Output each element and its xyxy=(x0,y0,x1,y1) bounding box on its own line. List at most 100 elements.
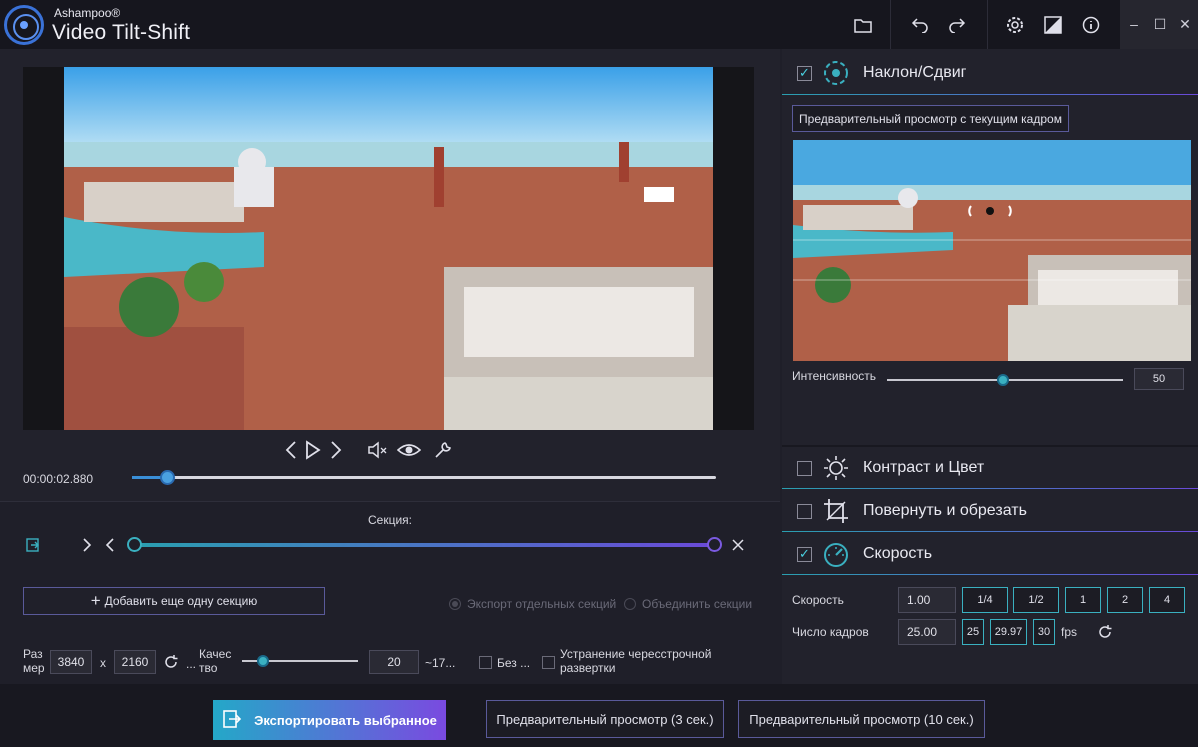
video-frame xyxy=(23,67,754,430)
reset-fps-icon[interactable] xyxy=(1092,619,1118,645)
brand-name: Ashampoo® xyxy=(54,6,121,20)
preview-current-frame-button[interactable]: Предварительный просмотр с текущим кадро… xyxy=(792,105,1069,132)
no-option-checkbox[interactable] xyxy=(479,656,492,669)
export-selected-button[interactable]: Экспортировать выбранное xyxy=(213,700,446,740)
deinterlace-checkbox[interactable] xyxy=(542,656,555,669)
close-icon[interactable]: ✕ xyxy=(1175,14,1195,34)
speed-checkbox[interactable]: ✓ xyxy=(797,546,812,562)
section-panel: Секция: + Добавить еще одну секцию Экспо… xyxy=(0,501,780,684)
contrast-checkbox[interactable] xyxy=(797,460,812,476)
tilt-divider xyxy=(782,94,1198,95)
maximize-icon[interactable]: ☐ xyxy=(1150,14,1170,34)
add-section-label: Добавить еще одну секцию xyxy=(104,594,258,608)
speed-divider xyxy=(782,574,1198,575)
compare-icon[interactable] xyxy=(1040,12,1066,38)
intensity-value-field[interactable]: 50 xyxy=(1134,368,1184,390)
section-label: Секция: xyxy=(368,513,412,527)
tilt-shift-checkbox[interactable]: ✓ xyxy=(797,65,812,81)
eye-icon[interactable] xyxy=(396,437,422,463)
window-controls: – ☐ ✕ xyxy=(1120,0,1198,49)
export-separate-label: Экспорт отдельных секций xyxy=(467,597,617,611)
times-label: x xyxy=(100,656,106,670)
speed-half-button[interactable]: 1/2 xyxy=(1013,587,1059,613)
add-section-button[interactable]: + Добавить еще одну секцию xyxy=(23,587,325,615)
section-remove-icon[interactable] xyxy=(725,532,751,558)
section-export-icon[interactable] xyxy=(20,532,46,558)
export-icon xyxy=(222,709,242,732)
width-field[interactable]: 3840 xyxy=(50,650,92,674)
section-prev-icon[interactable] xyxy=(97,532,123,558)
merge-label: Объединить секции xyxy=(642,597,753,611)
fps-30-button[interactable]: 30 xyxy=(1033,619,1055,645)
speed-header[interactable]: ✓ Скорость xyxy=(782,533,1198,575)
estimated-size: ~17... xyxy=(425,656,456,670)
fps-unit: fps xyxy=(1061,625,1078,639)
section-start-handle[interactable] xyxy=(127,537,142,552)
height-field[interactable]: 2160 xyxy=(114,650,156,674)
plus-icon: + xyxy=(90,591,101,610)
title-bar: Ashampoo® Video Tilt-Shift – ☐ ✕ xyxy=(0,0,1198,49)
size-more: ... xyxy=(186,657,197,671)
speedometer-icon xyxy=(822,540,850,568)
app-title: Video Tilt-Shift xyxy=(52,21,191,44)
sun-icon xyxy=(822,454,850,482)
fps-2997-button[interactable]: 29.97 xyxy=(990,619,1027,645)
current-time: 00:00:02.880 xyxy=(23,472,94,486)
merge-radio[interactable] xyxy=(624,598,636,610)
rotate-title: Повернуть и обрезать xyxy=(863,502,1027,519)
folder-icon[interactable] xyxy=(850,12,876,38)
mute-icon[interactable] xyxy=(365,437,391,463)
redo-icon[interactable] xyxy=(944,12,970,38)
merge-option[interactable]: Объединить секции xyxy=(624,597,752,611)
rotate-divider xyxy=(782,531,1198,532)
reset-size-icon[interactable] xyxy=(158,649,184,675)
seek-bar[interactable] xyxy=(132,476,716,479)
size-label: Раз мер xyxy=(23,647,45,675)
rotate-header[interactable]: Повернуть и обрезать xyxy=(782,490,1198,532)
effects-panel: ✓ Наклон/Сдвиг Предварительный просмотр … xyxy=(782,49,1198,684)
speed-4x-button[interactable]: 4 xyxy=(1149,587,1185,613)
deinterlace-label: Устранение чересстрочной развертки xyxy=(560,647,712,675)
contrast-header[interactable]: Контраст и Цвет xyxy=(782,447,1198,489)
export-separate-option[interactable]: Экспорт отдельных секций xyxy=(449,597,616,611)
no-option-label: Без ... xyxy=(497,656,531,670)
speed-title: Скорость xyxy=(863,545,933,562)
seek-handle[interactable] xyxy=(160,470,176,485)
export-separate-radio[interactable] xyxy=(449,598,461,610)
quality-handle[interactable] xyxy=(257,655,269,667)
quality-value-field[interactable]: 20 xyxy=(369,650,419,674)
preview-3s-button[interactable]: Предварительный просмотр (3 сек.) xyxy=(486,700,724,738)
video-panel: 00:00:02.880 xyxy=(0,49,780,501)
ashampoo-logo-icon xyxy=(4,5,44,45)
minimize-icon[interactable]: – xyxy=(1124,14,1144,34)
crop-icon xyxy=(822,497,850,525)
wrench-icon[interactable] xyxy=(430,437,456,463)
contrast-divider xyxy=(782,488,1198,489)
tilt-shift-icon xyxy=(822,59,850,87)
info-icon[interactable] xyxy=(1078,12,1104,38)
fps-value-field[interactable]: 25.00 xyxy=(898,619,956,645)
intensity-label: Интенсивность xyxy=(792,369,877,383)
export-label: Экспортировать выбранное xyxy=(254,712,437,728)
quality-label: Качес тво xyxy=(199,647,232,675)
rotate-checkbox[interactable] xyxy=(797,503,812,519)
video-preview[interactable] xyxy=(64,67,713,430)
fps-label: Число кадров xyxy=(792,625,869,639)
tilt-shift-header[interactable]: ✓ Наклон/Сдвиг xyxy=(782,52,1198,94)
gear-icon[interactable] xyxy=(1002,12,1028,38)
section-range-track[interactable] xyxy=(134,543,714,547)
bottom-bar: Экспортировать выбранное Предварительный… xyxy=(0,684,1198,747)
speed-quarter-button[interactable]: 1/4 xyxy=(962,587,1008,613)
undo-icon[interactable] xyxy=(907,12,933,38)
speed-2x-button[interactable]: 2 xyxy=(1107,587,1143,613)
next-frame-icon[interactable] xyxy=(323,437,349,463)
fps-25-button[interactable]: 25 xyxy=(962,619,984,645)
speed-1x-button[interactable]: 1 xyxy=(1065,587,1101,613)
tilt-preview-image[interactable] xyxy=(793,140,1191,361)
section-end-handle[interactable] xyxy=(707,537,722,552)
speed-label: Скорость xyxy=(792,593,844,607)
preview-10s-button[interactable]: Предварительный просмотр (10 сек.) xyxy=(738,700,985,738)
intensity-handle[interactable] xyxy=(996,374,1009,386)
contrast-title: Контраст и Цвет xyxy=(863,459,985,476)
speed-value-field[interactable]: 1.00 xyxy=(898,587,956,613)
